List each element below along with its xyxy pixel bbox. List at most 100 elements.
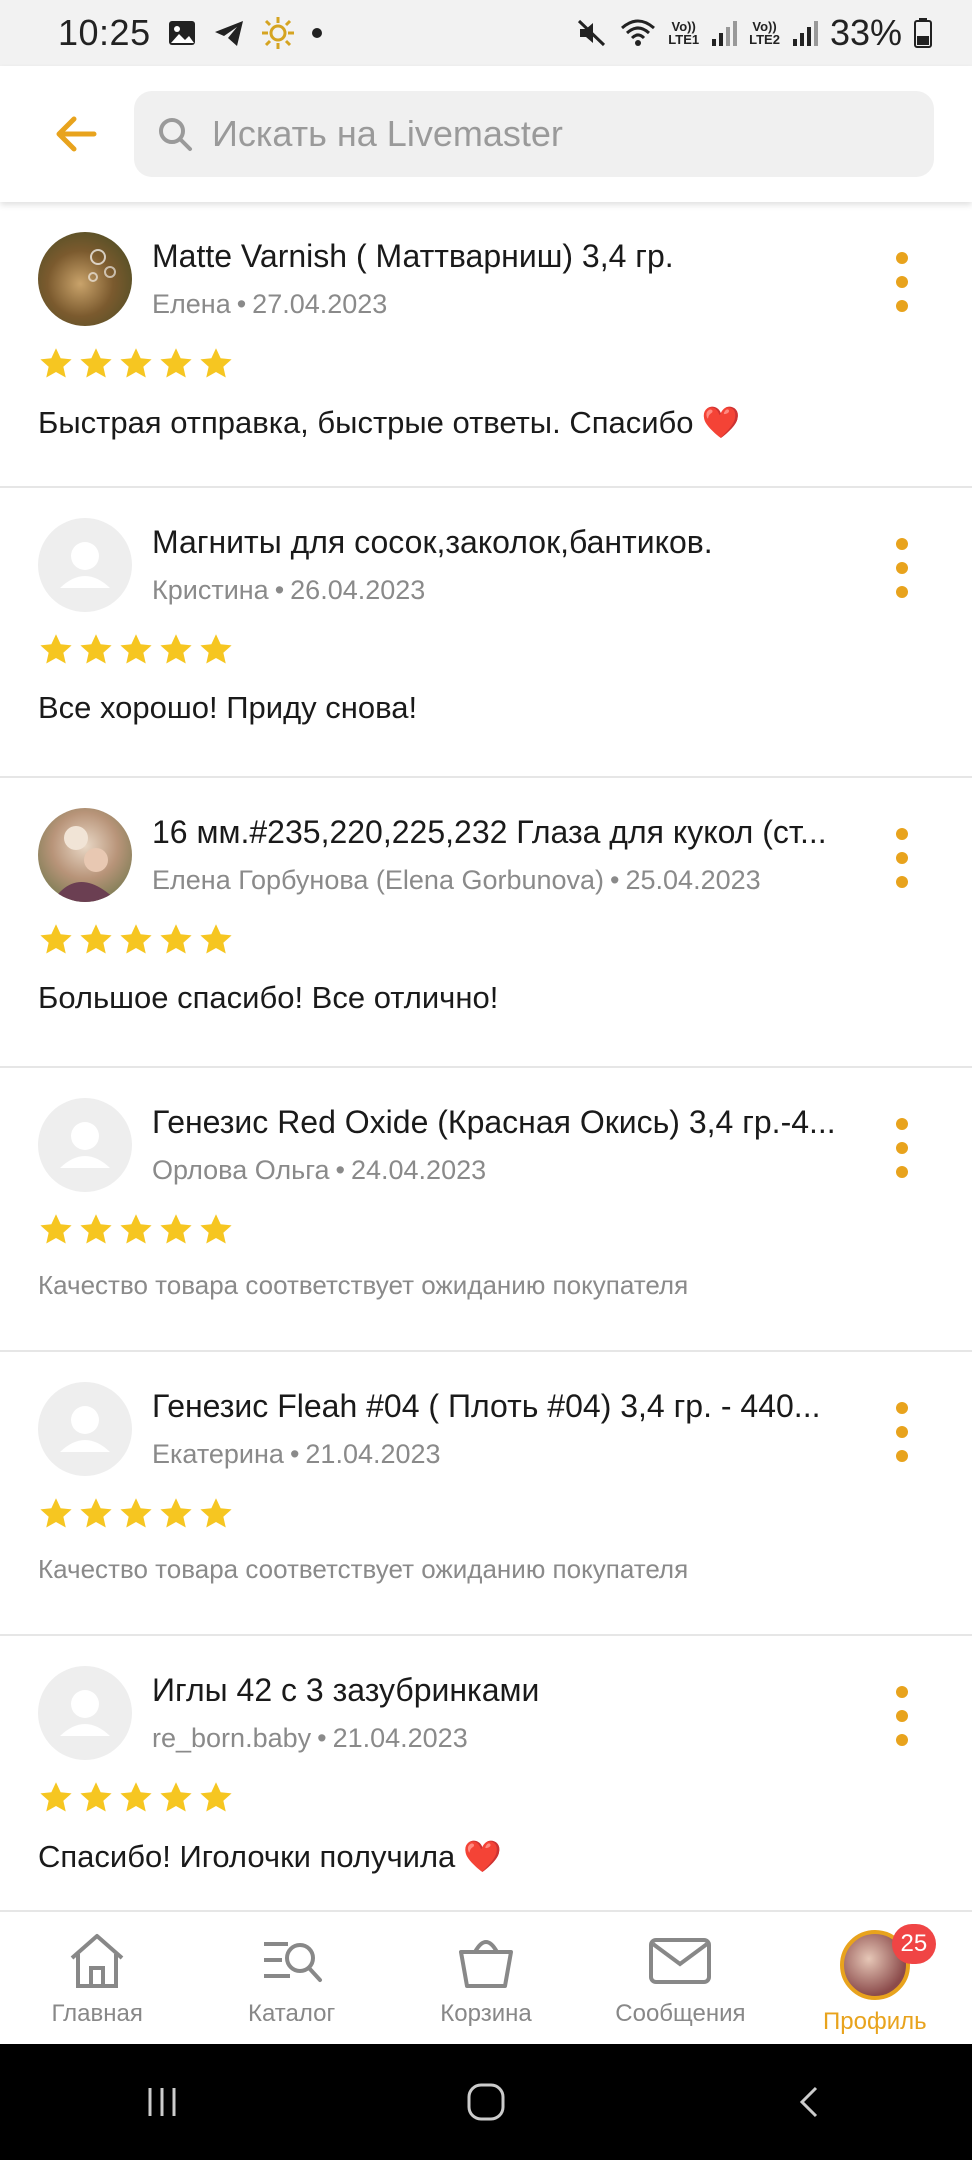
review-date: 26.04.2023 (290, 575, 426, 605)
star-icon (160, 1782, 192, 1812)
more-options-button[interactable] (892, 828, 912, 888)
nav-messages[interactable]: Сообщения (583, 1912, 777, 2044)
review-item: Магниты для сосок,заколок,бантиков. Крис… (0, 488, 972, 778)
review-product-title[interactable]: Генезис Fleah #04 ( Плоть #04) 3,4 гр. -… (152, 1388, 852, 1425)
recent-apps-button[interactable] (102, 2062, 222, 2142)
review-text: Качество товара соответствует ожиданию п… (38, 1554, 689, 1584)
star-icon (80, 924, 112, 954)
status-bar: 10:25 Vo)) LTE1 Vo)) LTE2 33% (0, 0, 972, 66)
review-author[interactable]: Кристина (152, 575, 269, 605)
catalog-search-icon (263, 1942, 322, 1982)
heart-icon: ❤️ (701, 405, 741, 440)
avatar[interactable] (38, 518, 132, 612)
reviews-list: Matte Varnish ( Маттварниш) 3,4 гр. Елен… (0, 202, 972, 1910)
sun-flower-icon (261, 16, 295, 50)
telegram-icon (213, 18, 245, 48)
search-icon (159, 118, 192, 151)
battery-icon (914, 18, 932, 48)
battery-percent: 33% (829, 12, 902, 53)
user-placeholder-icon (60, 542, 110, 588)
review-product-title[interactable]: Matte Varnish ( Маттварниш) 3,4 гр. (152, 238, 852, 275)
star-icon (80, 1214, 112, 1244)
search-input[interactable]: Искать на Livemaster (134, 91, 934, 177)
star-icon (80, 1782, 112, 1812)
review-date: 25.04.2023 (625, 865, 761, 895)
arrow-left-icon (56, 116, 97, 152)
review-product-title[interactable]: 16 мм.#235,220,225,232 Глаза для кукол (… (152, 814, 852, 851)
star-icon (40, 924, 72, 954)
user-placeholder-icon (60, 1690, 110, 1736)
review-text: Качество товара соответствует ожиданию п… (38, 1270, 689, 1300)
review-date: 21.04.2023 (332, 1723, 468, 1753)
wifi-icon (620, 18, 656, 48)
review-meta: Орлова Ольга • 24.04.2023 (152, 1155, 487, 1185)
rating-stars (38, 1208, 934, 1252)
star-icon (40, 634, 72, 664)
review-date: 24.04.2023 (350, 1155, 487, 1185)
star-icon (160, 348, 192, 378)
back-button[interactable] (38, 96, 114, 172)
star-icon (200, 1498, 232, 1528)
review-author[interactable]: Екатерина (152, 1439, 284, 1469)
star-icon (120, 1214, 152, 1244)
more-options-button[interactable] (892, 1686, 912, 1746)
review-text: Большое спасибо! Все отлично! (38, 980, 499, 1015)
review-date: 21.04.2023 (305, 1439, 441, 1469)
more-options-button[interactable] (892, 1118, 912, 1178)
avatar[interactable] (38, 1666, 132, 1760)
gallery-icon (167, 18, 197, 48)
more-options-button[interactable] (892, 538, 912, 598)
app-header: Искать на Livemaster (0, 66, 972, 202)
star-icon (120, 634, 152, 664)
review-author[interactable]: Елена (152, 289, 231, 319)
star-icon (80, 1498, 112, 1528)
review-product-title[interactable]: Генезис Red Oxide (Красная Окись) 3,4 гр… (152, 1104, 852, 1141)
bottom-navigation: Главная Каталог Корзина Сообщения 25 Про… (0, 1910, 972, 2044)
review-meta: Екатерина • 21.04.2023 (152, 1439, 441, 1469)
avatar[interactable] (38, 1098, 132, 1192)
star-icon (80, 634, 112, 664)
nav-profile[interactable]: 25 Профиль (778, 1912, 972, 2044)
nav-home[interactable]: Главная (0, 1912, 194, 2044)
mute-icon (576, 17, 608, 49)
rating-stars (38, 1492, 934, 1536)
review-item: Matte Varnish ( Маттварниш) 3,4 гр. Елен… (0, 202, 972, 488)
star-icon (120, 924, 152, 954)
back-system-button[interactable] (750, 2062, 870, 2142)
star-icon (160, 1214, 192, 1244)
avatar[interactable] (38, 1382, 132, 1476)
system-navigation-bar (0, 2044, 972, 2160)
review-product-title[interactable]: Магниты для сосок,заколок,бантиков. (152, 524, 852, 561)
review-product-title[interactable]: Иглы 42 с 3 зазубринками (152, 1672, 852, 1709)
home-system-button[interactable] (426, 2062, 546, 2142)
envelope-icon (649, 1938, 712, 1984)
review-author[interactable]: Елена Горбунова (Elena Gorbunova) (152, 865, 604, 895)
review-author[interactable]: Орлова Ольга (152, 1155, 330, 1185)
review-meta: Елена • 27.04.2023 (152, 289, 388, 319)
nav-catalog[interactable]: Каталог (194, 1912, 388, 2044)
review-text: Все хорошо! Приду снова! (38, 690, 418, 725)
lte1-indicator: Vo)) LTE1 (668, 19, 700, 47)
signal-icon (711, 19, 738, 47)
more-options-button[interactable] (892, 252, 912, 312)
star-icon (200, 348, 232, 378)
star-icon (200, 924, 232, 954)
star-icon (80, 348, 112, 378)
user-placeholder-icon (60, 1406, 110, 1452)
star-icon (200, 1782, 232, 1812)
star-icon (200, 634, 232, 664)
more-options-button[interactable] (892, 1402, 912, 1462)
review-meta: Кристина • 26.04.2023 (152, 575, 426, 605)
review-author[interactable]: re_born.baby (152, 1723, 311, 1753)
nav-cart[interactable]: Корзина (389, 1912, 583, 2044)
recent-apps-icon (148, 2088, 176, 2116)
star-icon (160, 1498, 192, 1528)
rating-stars (38, 628, 934, 672)
review-meta: re_born.baby • 21.04.2023 (152, 1723, 468, 1753)
star-icon (200, 1214, 232, 1244)
rating-stars (38, 342, 934, 386)
avatar[interactable] (38, 232, 132, 326)
dot-icon (311, 27, 323, 39)
rating-stars (38, 918, 934, 962)
avatar[interactable] (38, 808, 132, 902)
